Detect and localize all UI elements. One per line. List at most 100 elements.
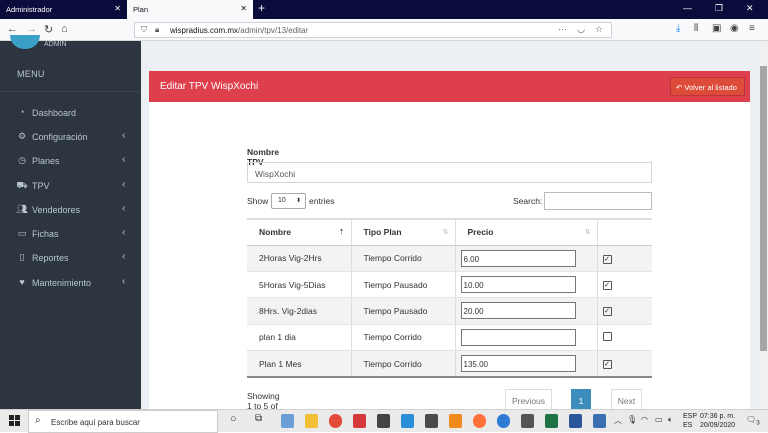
cortana-icon[interactable]: ○	[230, 413, 237, 425]
shield-icon[interactable]: ⛉	[141, 25, 147, 35]
back-icon[interactable]: ←	[7, 23, 18, 35]
row-checkbox[interactable]	[602, 331, 612, 341]
wifi-icon[interactable]: ◠	[641, 415, 648, 424]
sidebar-item-dashboard[interactable]: ◔ Dashboard	[0, 102, 141, 124]
updown-icon: ⬍	[295, 198, 301, 204]
close-window-icon[interactable]: ✕	[746, 3, 754, 14]
page-size-select[interactable]: 10 ⬍	[271, 193, 306, 209]
next-page-button[interactable]: Next	[611, 389, 642, 411]
back-button-label: Volver al listado	[684, 83, 737, 92]
row-checkbox[interactable]: ✓	[602, 254, 612, 264]
url-domain: wispradius.com.mx	[170, 26, 239, 35]
column-header-nombre[interactable]: Nombre ⇡	[247, 218, 351, 246]
battery-icon[interactable]: ▭	[655, 415, 663, 424]
chrome-icon[interactable]	[329, 414, 342, 428]
windows-start-icon[interactable]	[9, 415, 21, 427]
app-icon[interactable]	[593, 414, 606, 428]
excel-icon[interactable]	[545, 414, 558, 428]
account-icon[interactable]: ◉	[730, 23, 739, 34]
sidebar-item-mantenimiento[interactable]: ♥ Mantenimiento ‹	[0, 272, 141, 294]
tab-plan[interactable]: Plan ✕	[127, 0, 253, 19]
price-input[interactable]: 6.00	[460, 249, 576, 267]
column-header-precio[interactable]: Precio ⇅	[454, 218, 597, 246]
keyboard-code: ES	[683, 422, 693, 429]
sidebar-item-planes[interactable]: ◷ Planes ‹	[0, 150, 141, 172]
name-field[interactable]: WispXochi	[247, 162, 652, 183]
divider	[0, 91, 141, 92]
sidebar-item-vendedores[interactable]: 👥︎ Vendedores ‹	[0, 199, 141, 221]
task-view-icon[interactable]: ⧉	[255, 413, 262, 424]
sidebar-item-label: Configuración	[32, 132, 88, 142]
scroll-thumb[interactable]	[760, 66, 767, 351]
page-1-button[interactable]: 1	[571, 389, 591, 411]
sidebar-item-configuracion[interactable]: ⚙ Configuración ‹	[0, 126, 141, 148]
tab-administrador[interactable]: Administrador ✕	[0, 0, 127, 19]
notifications-icon[interactable]: 🗨︎3	[746, 415, 760, 427]
previous-page-button[interactable]: Previous	[505, 389, 552, 411]
price-input[interactable]: 10.00	[460, 276, 576, 294]
row-checkbox[interactable]: ✓	[602, 281, 612, 291]
cell-precio: 6.00	[454, 245, 597, 272]
row-checkbox[interactable]: ✓	[602, 360, 612, 369]
price-input[interactable]: 20.00	[460, 302, 576, 320]
pocket-icon[interactable]: ◡	[577, 24, 585, 35]
bookmark-star-icon[interactable]: ☆	[595, 24, 603, 35]
minimize-icon[interactable]: —	[683, 3, 692, 13]
sidebar-item-label: Reportes	[32, 253, 69, 263]
app-icon[interactable]	[425, 414, 438, 428]
app-icon[interactable]	[497, 414, 510, 428]
browser-tab-bar: Administrador ✕ Plan ✕ + — ❐ ✕	[0, 0, 768, 19]
sidebar-item-tpv[interactable]: ⛟ TPV ‹	[0, 175, 141, 197]
chevron-up-icon[interactable]: ︿	[614, 415, 622, 426]
volume-icon[interactable]: 🔈︎	[668, 415, 673, 425]
table-row: 5Horas Vig-5Dias Tiempo Pausado 10.00 ✓	[247, 271, 652, 299]
sidebar: ADMIN MENU ◔ Dashboard ⚙ Configuración ‹…	[0, 35, 141, 409]
price-input[interactable]: 135.00	[460, 355, 576, 372]
lock-icon[interactable]: 🔒︎	[155, 25, 159, 35]
column-header-tipo-plan[interactable]: Tipo Plan ⇅	[350, 218, 455, 246]
search-input[interactable]	[544, 192, 652, 210]
menu-icon[interactable]: ≡	[749, 23, 755, 34]
new-tab-icon[interactable]: +	[258, 1, 265, 15]
sidebar-toggle-icon[interactable]: ▣	[712, 23, 721, 34]
microphone-icon[interactable]: 🎙︎	[627, 415, 637, 424]
more-options-icon[interactable]: ···	[558, 24, 567, 34]
cell-check: ✓	[596, 245, 652, 272]
app-icon[interactable]	[281, 414, 294, 428]
app-icon[interactable]	[401, 414, 414, 428]
vlc-icon[interactable]	[449, 414, 462, 428]
sidebar-item-label: Mantenimiento	[32, 278, 92, 288]
download-icon[interactable]: ⤓	[676, 23, 680, 34]
notification-count: 3	[756, 419, 760, 427]
restore-icon[interactable]: ❐	[715, 3, 723, 14]
chevron-left-icon: ‹	[122, 227, 126, 238]
clock[interactable]: 07:36 p. m. 20/09/2020	[700, 412, 735, 430]
close-tab-icon[interactable]: ✕	[114, 4, 121, 13]
app-icon[interactable]	[521, 414, 534, 428]
word-icon[interactable]	[569, 414, 582, 428]
close-tab-icon[interactable]: ✕	[240, 4, 247, 13]
reload-icon[interactable]: ↻	[44, 23, 53, 36]
home-icon[interactable]: ⌂	[61, 23, 68, 35]
price-input[interactable]	[460, 328, 576, 346]
app-icon[interactable]	[353, 414, 366, 428]
sidebar-item-fichas[interactable]: ▭ Fichas ‹	[0, 223, 141, 245]
page-title: Editar TPV WispXochi	[160, 81, 259, 92]
sidebar-item-reportes[interactable]: ▯ Reportes ‹	[0, 247, 141, 269]
app-icon[interactable]	[377, 414, 390, 428]
library-icon[interactable]: ⫴	[694, 23, 698, 34]
menu-header: MENU	[17, 69, 45, 79]
firefox-icon[interactable]	[473, 414, 486, 428]
url-bar[interactable]: ⛉ 🔒︎ wispradius.com.mx/admin/tpv/13/edit…	[134, 22, 612, 38]
row-checkbox[interactable]: ✓	[602, 307, 612, 317]
forward-icon[interactable]: →	[26, 23, 37, 35]
sort-icon: ⇅	[584, 229, 591, 236]
sidebar-item-label: Fichas	[32, 229, 59, 239]
taskbar-search[interactable]: ⌕ Escribe aquí para buscar	[28, 410, 218, 433]
vertical-scrollbar[interactable]	[759, 41, 768, 409]
cell-nombre: 2Horas Vig-2Hrs	[247, 245, 351, 272]
language-indicator[interactable]: ESP ES	[683, 412, 697, 430]
cell-precio: 135.00	[454, 350, 597, 378]
file-explorer-icon[interactable]	[305, 414, 318, 428]
back-to-list-button[interactable]: ↶ Volver al listado	[670, 77, 745, 96]
